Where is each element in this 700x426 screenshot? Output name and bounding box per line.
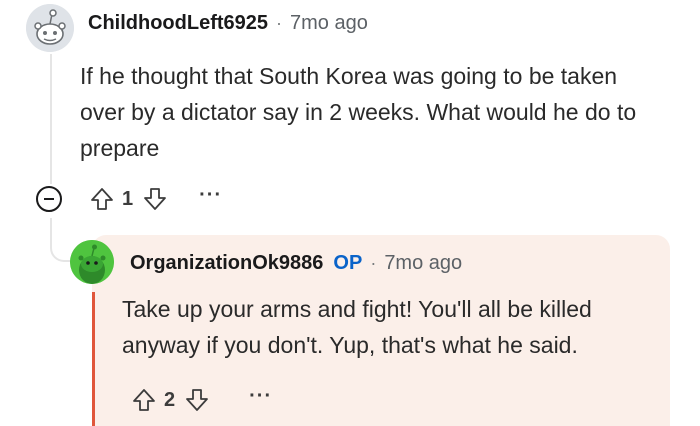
username[interactable]: OrganizationOk9886: [130, 252, 323, 275]
comment-body: Take up your arms and fight! You'll all …: [122, 296, 592, 358]
upvote-button[interactable]: [130, 386, 158, 414]
more-options-button[interactable]: ···: [199, 185, 222, 208]
username[interactable]: ChildhoodLeft6925: [88, 12, 268, 35]
arrow-up-icon: [91, 188, 113, 210]
comment-actions: 1 ···: [36, 185, 222, 213]
timestamp[interactable]: 7mo ago: [290, 12, 368, 35]
vote-score: 1: [122, 187, 134, 210]
separator-dot: ·: [370, 253, 377, 273]
avatar[interactable]: [26, 4, 74, 52]
minus-circle-icon: [44, 198, 54, 200]
avatar[interactable]: [70, 240, 114, 284]
reply-accent-bar: [92, 292, 95, 426]
snoo-avatar-icon: [70, 240, 114, 284]
op-badge: OP: [333, 252, 363, 274]
downvote-button[interactable]: [141, 185, 169, 213]
upvote-button[interactable]: [88, 185, 116, 213]
comment-thread: ChildhoodLeft6925 · 7mo ago If he though…: [0, 0, 700, 426]
timestamp[interactable]: 7mo ago: [384, 252, 462, 275]
comment-header: OrganizationOk9886 OP · 7mo ago: [130, 252, 462, 275]
separator-dot: ·: [276, 13, 283, 33]
more-options-button[interactable]: ···: [249, 386, 272, 409]
arrow-down-icon: [186, 389, 209, 411]
downvote-button[interactable]: [183, 386, 211, 414]
snoo-avatar-icon: [26, 4, 74, 52]
thread-line: [50, 54, 52, 184]
collapse-button[interactable]: [36, 186, 62, 212]
arrow-down-icon: [144, 188, 167, 210]
vote-score: 2: [164, 388, 176, 411]
arrow-up-icon: [133, 389, 155, 411]
comment-body: If he thought that South Korea was going…: [80, 63, 637, 161]
comment-actions: 2 ···: [130, 386, 272, 414]
comment-header: ChildhoodLeft6925 · 7mo ago: [88, 12, 368, 35]
